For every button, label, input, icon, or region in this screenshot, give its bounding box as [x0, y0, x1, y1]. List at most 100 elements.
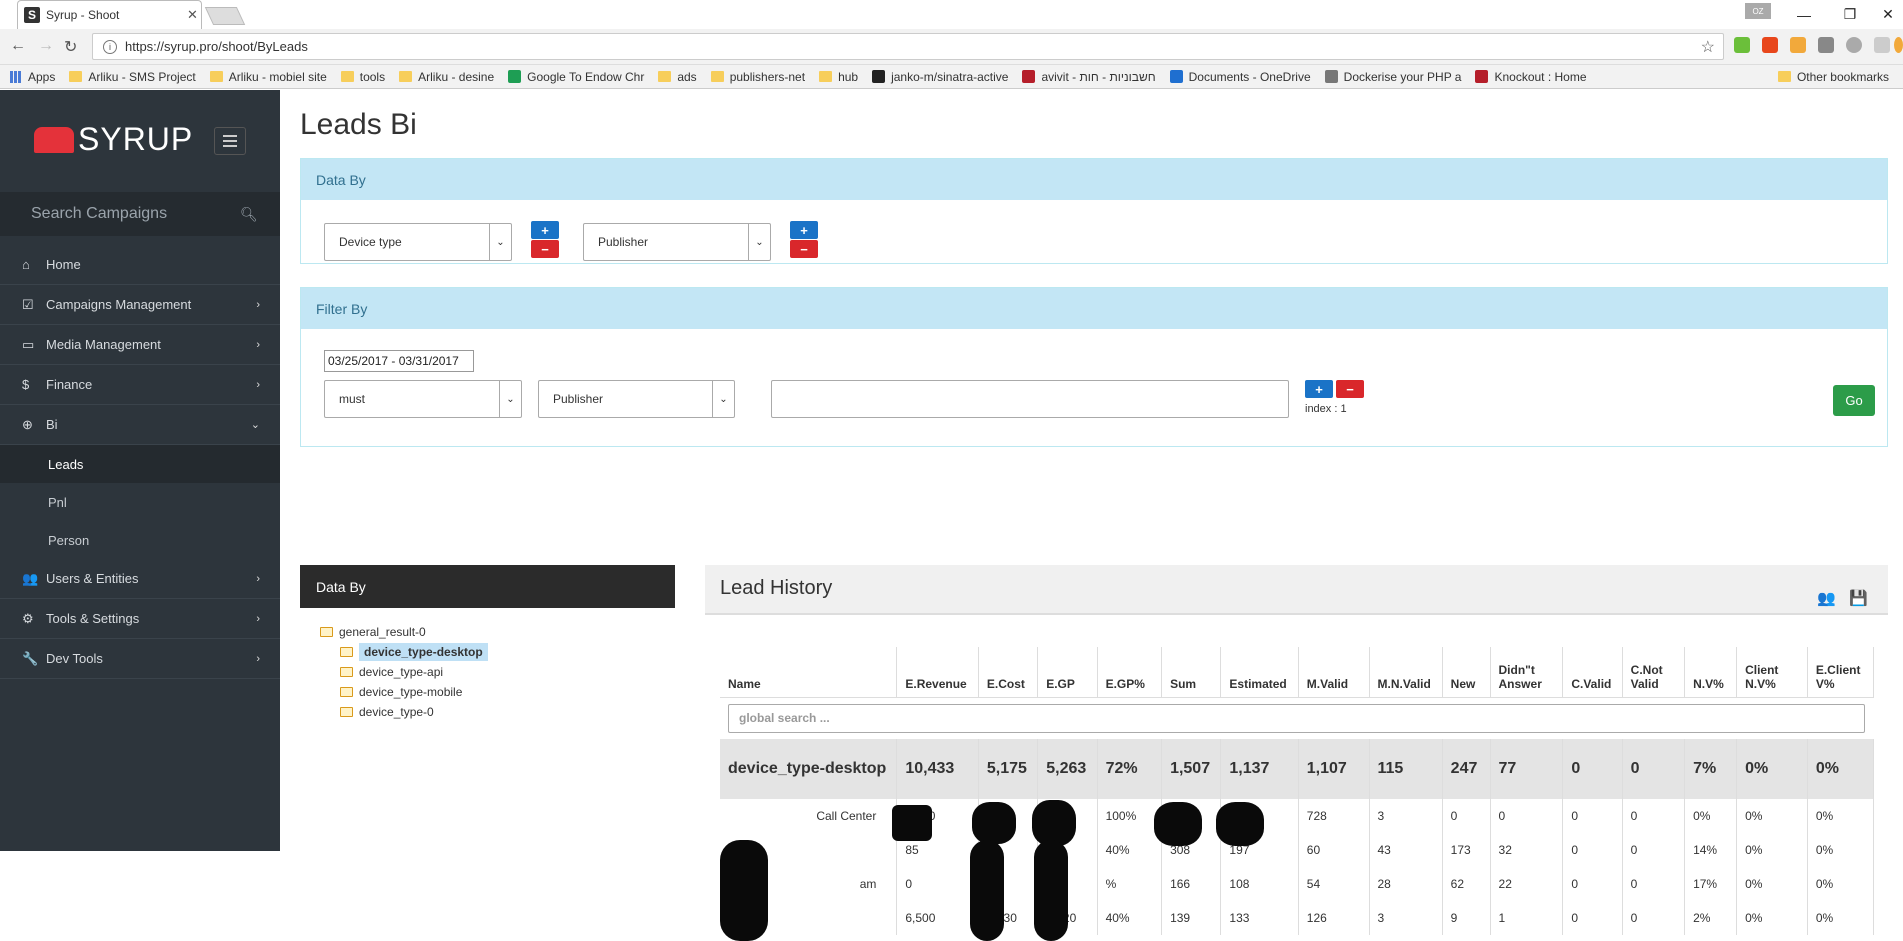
forward-icon[interactable]: → — [38, 37, 54, 55]
bookmark-item[interactable]: Documents - OneDrive — [1169, 70, 1311, 84]
column-header[interactable]: E.Client V% — [1807, 647, 1874, 698]
sidebar-subitem-person[interactable]: Person — [0, 521, 280, 559]
sidebar-item-label: Dev Tools — [46, 651, 103, 666]
browser-tab[interactable]: S Syrup - Shoot ✕ — [17, 0, 202, 29]
tree-node-label: device_type-0 — [359, 705, 434, 719]
column-header[interactable]: E.GP — [1037, 647, 1098, 698]
sidebar-item-home[interactable]: ⌂ Home — [0, 245, 280, 285]
data-by-select-1[interactable]: Device type ⌄ — [324, 223, 512, 261]
sidebar-item-campaigns-management[interactable]: ☑ Campaigns Management › — [0, 285, 280, 325]
tree-node[interactable]: device_type-api — [320, 662, 488, 682]
folder-icon — [340, 647, 353, 657]
date-range-input[interactable]: 03/25/2017 - 03/31/2017 — [324, 350, 474, 372]
column-header[interactable]: Sum — [1161, 647, 1222, 698]
bookmark-item[interactable]: Google To Endow Chr — [508, 70, 644, 84]
extension-icon[interactable] — [1790, 37, 1806, 53]
search-campaigns-input[interactable]: Search Campaigns — [31, 205, 240, 223]
bookmark-item[interactable]: Arliku - mobiel site — [209, 70, 327, 84]
filter-must-select[interactable]: must ⌄ — [324, 380, 522, 418]
column-header[interactable]: C.Not Valid — [1622, 647, 1686, 698]
column-header[interactable]: Didn"t Answer — [1490, 647, 1564, 698]
reload-icon[interactable]: ↻ — [64, 37, 77, 57]
go-button[interactable]: Go — [1833, 385, 1875, 416]
sidebar-item-media-management[interactable]: ▭ Media Management › — [0, 325, 280, 365]
bookmark-item[interactable]: Apps — [10, 70, 55, 84]
extension-icon[interactable] — [1874, 37, 1890, 53]
remove-button[interactable]: − — [790, 240, 818, 258]
bookmark-item[interactable]: avivit - חשבוניות - חות — [1022, 70, 1156, 84]
url-field[interactable]: i https://syrup.pro/shoot/ByLeads ☆ — [92, 33, 1724, 60]
profile-badge[interactable]: OZ — [1745, 3, 1771, 19]
bookmark-item[interactable]: publishers-net — [710, 70, 805, 84]
bookmark-item[interactable]: ads — [658, 70, 697, 84]
tree-root[interactable]: general_result-0 — [320, 622, 488, 642]
table-cell: 54 — [1298, 867, 1370, 901]
add-filter-button[interactable]: + — [1305, 380, 1333, 398]
add-button[interactable]: + — [790, 221, 818, 239]
column-header[interactable]: Client N.V% — [1736, 647, 1808, 698]
bookmark-star-icon[interactable]: ☆ — [1701, 37, 1715, 57]
users-icon[interactable]: 👥 — [1817, 589, 1836, 607]
column-header[interactable]: M.Valid — [1298, 647, 1370, 698]
column-header[interactable]: C.Valid — [1562, 647, 1623, 698]
bookmark-label: janko-m/sinatra-active — [891, 69, 1009, 84]
site-info-icon[interactable]: i — [103, 39, 117, 54]
search-icon[interactable]: 🔍︎ — [240, 206, 280, 223]
extension-icon[interactable] — [1734, 37, 1750, 53]
column-header[interactable]: E.Cost — [978, 647, 1039, 698]
remove-filter-button[interactable]: − — [1336, 380, 1364, 398]
add-button[interactable]: + — [531, 221, 559, 239]
extension-icon[interactable] — [1894, 37, 1903, 53]
column-header[interactable]: Estimated — [1220, 647, 1299, 698]
bookmark-item[interactable]: hub — [819, 70, 858, 84]
column-header[interactable]: N.V% — [1684, 647, 1738, 698]
extension-icon[interactable] — [1818, 37, 1834, 53]
back-icon[interactable]: ← — [10, 37, 26, 55]
sidebar-subitem-leads[interactable]: Leads — [0, 445, 280, 483]
menu-toggle-button[interactable] — [214, 127, 246, 155]
table-row[interactable]: am00%166108542862220017%0%0% — [720, 867, 1874, 901]
close-tab-icon[interactable]: ✕ — [187, 7, 201, 23]
data-by-select-2[interactable]: Publisher ⌄ — [583, 223, 771, 261]
other-bookmarks[interactable]: Other bookmarks — [1771, 69, 1889, 84]
sheet-icon — [508, 70, 522, 83]
table-row[interactable]: 6,5003,3302,22040%139133126391002%0%0% — [720, 901, 1874, 935]
column-header[interactable]: E.GP% — [1097, 647, 1163, 698]
sidebar-item-users-entities[interactable]: 👥 Users & Entities › — [0, 559, 280, 599]
tree-node[interactable]: device_type-mobile — [320, 682, 488, 702]
bookmark-item[interactable]: Dockerise your PHP a — [1324, 70, 1461, 84]
bookmark-item[interactable]: Arliku - desine — [399, 70, 494, 84]
sidebar-item-tools-settings[interactable]: ⚙ Tools & Settings › — [0, 599, 280, 639]
logo[interactable]: SYRUP — [34, 121, 193, 158]
extension-icon[interactable] — [1846, 37, 1862, 53]
restore-icon[interactable]: ❐ — [1827, 0, 1873, 29]
bookmark-item[interactable]: Arliku - SMS Project — [69, 70, 196, 84]
column-header[interactable]: Name — [720, 647, 898, 698]
office-icon[interactable] — [1762, 37, 1778, 53]
save-icon[interactable]: 💾 — [1849, 589, 1868, 607]
table-group-row[interactable]: device_type-desktop 10,433 5,175 5,263 72% 1,… — [720, 739, 1874, 799]
bookmark-item[interactable]: tools — [340, 70, 385, 84]
remove-button[interactable]: − — [531, 240, 559, 258]
column-header[interactable]: E.Revenue — [896, 647, 979, 698]
bookmark-label: Google To Endow Chr — [527, 69, 645, 84]
new-tab-button[interactable] — [204, 7, 246, 25]
minimize-icon[interactable]: — — [1781, 0, 1827, 29]
column-header[interactable]: New — [1442, 647, 1491, 698]
tree-node[interactable]: device_type-0 — [320, 702, 488, 722]
logo-text: SYRUP — [78, 121, 194, 157]
redaction-mark — [720, 840, 768, 941]
search-campaigns-field[interactable]: Search Campaigns 🔍︎ — [0, 192, 280, 236]
bookmark-item[interactable]: Knockout : Home — [1475, 70, 1587, 84]
column-header[interactable]: M.N.Valid — [1369, 647, 1443, 698]
tree-node[interactable]: device_type-desktop — [320, 642, 488, 662]
sidebar-item-bi[interactable]: ⊕ Bi ⌄ — [0, 405, 280, 445]
sidebar-subitem-pnl[interactable]: Pnl — [0, 483, 280, 521]
filter-value-input[interactable] — [771, 380, 1289, 418]
close-window-icon[interactable]: ✕ — [1873, 0, 1903, 29]
sidebar-item-dev-tools[interactable]: 🔧 Dev Tools › — [0, 639, 280, 679]
filter-field-select[interactable]: Publisher ⌄ — [538, 380, 735, 418]
bookmark-item[interactable]: janko-m/sinatra-active — [872, 70, 1008, 84]
global-search-input[interactable]: global search ... — [728, 703, 1865, 733]
sidebar-item-finance[interactable]: $ Finance › — [0, 365, 280, 405]
